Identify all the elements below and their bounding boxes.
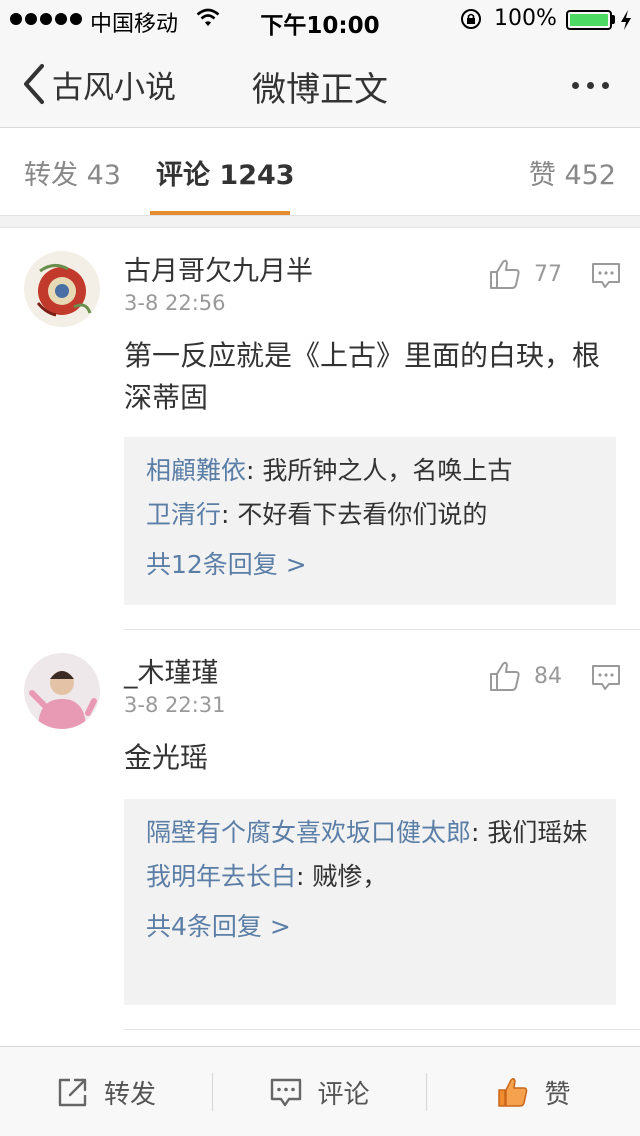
comment-label: 评论 <box>317 1079 370 1110</box>
reply-username[interactable]: 隔壁有个腐女喜欢坂口健太郎 <box>146 818 471 847</box>
tab-active-indicator <box>150 211 290 215</box>
comment-button[interactable]: 评论 <box>213 1047 426 1136</box>
reply-username[interactable]: 相顧難依 <box>146 456 246 485</box>
battery-tip <box>612 15 615 24</box>
avatar-image <box>24 653 100 729</box>
comment-time: 3-8 22:31 <box>124 693 226 717</box>
comment-text: 第一反应就是《上古》里面的白玦，根深蒂固 <box>124 339 601 414</box>
comment-username[interactable]: 古月哥欠九月半 <box>124 249 313 288</box>
tab-like-count: 452 <box>564 160 616 191</box>
battery-percentage: 100% <box>494 6 557 31</box>
comment-like-button[interactable]: 84 <box>488 659 562 693</box>
comment-item: 古月哥欠九月半 3-8 22:56 77 第一反应就是《上古》里面的白玦，根深蒂… <box>0 229 640 630</box>
section-gap <box>0 216 640 228</box>
status-bar: 中国移动 下午10:00 100% <box>0 0 640 40</box>
bottom-toolbar: 转发 评论 赞 <box>0 1046 640 1136</box>
tab-bar: 转发 43 评论 1243 赞 452 <box>0 129 640 216</box>
thumbs-up-filled-icon <box>498 1077 528 1107</box>
reply-preview-box[interactable]: 隔壁有个腐女喜欢坂口健太郎: 我们瑶妹 我明年去长白: 贼惨， 共4条回复 > <box>124 799 616 1005</box>
reply-username[interactable]: 卫清行 <box>146 500 221 529</box>
reply-username[interactable]: 我明年去长白 <box>146 862 296 891</box>
thumbs-up-icon <box>490 661 520 691</box>
reply-line: 我明年去长白: 贼惨， <box>146 857 594 897</box>
divider <box>124 629 640 630</box>
tab-repost[interactable]: 转发 43 <box>24 153 121 192</box>
reply-comment-icon[interactable] <box>590 261 622 291</box>
more-replies-link[interactable]: 共12条回复 > <box>146 545 594 585</box>
divider <box>124 1029 640 1030</box>
rotation-lock-icon <box>461 9 481 29</box>
comment-time: 3-8 22:56 <box>124 291 226 315</box>
tab-repost-label: 转发 <box>24 160 78 191</box>
comment-username[interactable]: _木瑾瑾 <box>124 651 219 690</box>
comment-like-button[interactable]: 77 <box>488 257 562 291</box>
reply-text: : 不好看下去看你们说的 <box>221 500 488 529</box>
avatar[interactable] <box>24 653 100 729</box>
repost-button[interactable]: 转发 <box>0 1047 212 1136</box>
reply-line: 卫清行: 不好看下去看你们说的 <box>146 495 594 535</box>
like-label: 赞 <box>544 1079 571 1110</box>
reply-text: : 贼惨， <box>296 862 388 891</box>
like-button[interactable]: 赞 <box>427 1047 640 1136</box>
back-label: 古风小说 <box>52 69 176 106</box>
comment-item: _木瑾瑾 3-8 22:31 84 金光瑶 隔壁有个腐女喜欢坂口健太郎: 我们瑶… <box>0 631 640 1031</box>
repost-label: 转发 <box>103 1079 156 1110</box>
battery-icon <box>566 10 612 30</box>
share-arrow-icon <box>58 1078 87 1107</box>
tab-comment[interactable]: 评论 1243 <box>156 153 295 192</box>
tab-like-label: 赞 <box>528 160 556 191</box>
tab-comment-label: 评论 <box>156 160 210 191</box>
reply-text: : 我们瑶妹 <box>471 818 588 847</box>
comment-bubble-icon <box>271 1078 302 1107</box>
reply-preview-box[interactable]: 相顧難依: 我所钟之人，名唤上古 卫清行: 不好看下去看你们说的 共12条回复 … <box>124 437 616 605</box>
charging-bolt-icon <box>621 10 631 30</box>
avatar[interactable] <box>24 251 100 327</box>
reply-line: 隔壁有个腐女喜欢坂口健太郎: 我们瑶妹 <box>146 813 594 853</box>
avatar-image <box>24 251 100 327</box>
comment-text: 金光瑶 <box>124 741 209 774</box>
navigation-bar: 古风小说 微博正文 <box>0 40 640 128</box>
chevron-left-icon <box>24 64 44 104</box>
more-replies-link[interactable]: 共4条回复 > <box>146 907 594 947</box>
thumbs-up-icon <box>490 259 520 289</box>
comment-like-count: 77 <box>534 261 562 287</box>
comment-like-count: 84 <box>534 663 562 689</box>
tab-comment-count: 1243 <box>219 160 295 191</box>
reply-text: : 我所钟之人，名唤上古 <box>246 456 513 485</box>
tab-repost-count: 43 <box>86 160 121 191</box>
reply-line: 相顧難依: 我所钟之人，名唤上古 <box>146 451 594 491</box>
more-dots-icon[interactable] <box>560 70 620 100</box>
reply-comment-icon[interactable] <box>590 663 622 693</box>
tab-like[interactable]: 赞 452 <box>529 153 616 192</box>
back-button[interactable]: 古风小说 <box>20 60 176 108</box>
